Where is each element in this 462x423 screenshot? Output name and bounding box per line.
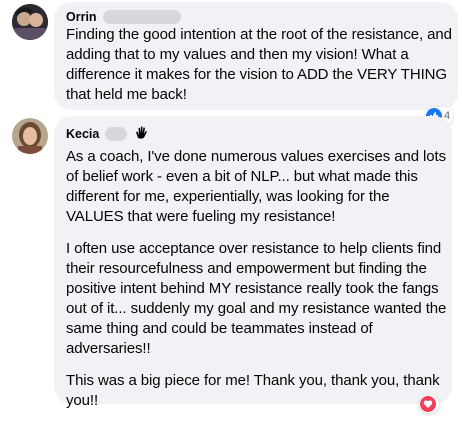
comment-kecia: Kecia As a coach, I've done numerous val… [0,114,462,413]
comment-text: Finding the good intention at the root o… [66,25,456,117]
comment-author[interactable]: Orrin [66,10,181,24]
comment-paragraph: I often use acceptance over resistance t… [66,240,447,357]
author-name[interactable]: Kecia [66,127,99,141]
waving-hand-icon [133,124,149,143]
avatar[interactable] [12,4,48,40]
comment-author[interactable]: Kecia [66,124,149,143]
reaction-summary[interactable] [419,395,439,413]
comment-paragraph: This was a big piece for me! Thank you, … [66,372,440,409]
redacted-name [102,10,181,24]
comment-paragraph: As a coach, I've done numerous values ex… [66,148,446,225]
author-name[interactable]: Orrin [66,10,97,24]
comment-orrin: Orrin Finding the good intention at the … [0,0,462,125]
comment-paragraph: Finding the good intention at the root o… [66,26,452,103]
redacted-name [105,126,128,141]
love-icon [420,396,436,412]
comment-text: As a coach, I've done numerous values ex… [66,147,450,423]
avatar[interactable] [12,118,48,154]
